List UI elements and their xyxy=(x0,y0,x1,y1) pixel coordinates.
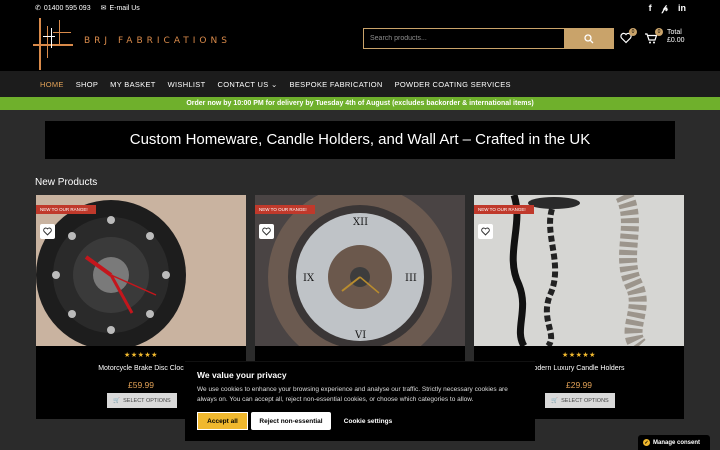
manage-consent-label: Manage consent xyxy=(653,439,701,446)
accept-all-button[interactable]: Accept all xyxy=(197,412,248,430)
total-value: £0.00 xyxy=(667,37,685,44)
nav-wishlist[interactable]: WISHLIST xyxy=(168,80,206,89)
site-header: BRJ FABRICATIONS 0 0 Total £0.00 xyxy=(0,17,720,71)
svg-text:IX: IX xyxy=(303,273,315,284)
heart-icon xyxy=(481,227,490,236)
svg-text:VI: VI xyxy=(354,330,366,341)
contact-info: ✆ 01400 595 093 ✉ E-mail Us xyxy=(35,4,140,12)
delivery-banner: Order now by 10:00 PM for delivery by Tu… xyxy=(0,97,720,110)
product-image[interactable] xyxy=(474,195,684,346)
social-links: f 𝓅 in xyxy=(649,3,686,14)
reject-non-essential-button[interactable]: Reject non-essential xyxy=(251,412,331,430)
cookie-settings-button[interactable]: Cookie settings xyxy=(343,412,393,430)
search-button[interactable] xyxy=(564,29,613,48)
heart-icon xyxy=(262,227,271,236)
top-bar: ✆ 01400 595 093 ✉ E-mail Us f 𝓅 in xyxy=(0,0,720,17)
heart-icon xyxy=(43,227,52,236)
phone-link[interactable]: ✆ 01400 595 093 xyxy=(35,4,91,12)
nav-bespoke-fabrication[interactable]: BESPOKE FABRICATION xyxy=(290,80,383,89)
manage-consent-button[interactable]: ✓ Manage consent xyxy=(638,435,710,450)
select-options-label: SELECT OPTIONS xyxy=(561,397,609,404)
search-input[interactable] xyxy=(366,31,562,46)
pinterest-icon[interactable]: 𝓅 xyxy=(662,3,668,14)
nav-contact-us[interactable]: CONTACT US ⌄ xyxy=(218,80,278,89)
brand-logo[interactable] xyxy=(33,18,73,70)
nav-my-basket[interactable]: MY BASKET xyxy=(110,80,156,89)
cart-button[interactable]: 0 xyxy=(644,28,663,45)
hero-title: Custom Homeware, Candle Holders, and Wal… xyxy=(45,121,675,159)
new-range-tag: NEW TO OUR RANGE! xyxy=(474,205,534,214)
wishlist-button[interactable]: 0 xyxy=(620,28,637,45)
cookie-title: We value your privacy xyxy=(197,370,287,380)
brand-name[interactable]: BRJ FABRICATIONS xyxy=(84,36,231,46)
phone-icon: ✆ xyxy=(35,5,41,12)
search-icon xyxy=(583,33,593,43)
facebook-icon[interactable]: f xyxy=(649,3,652,14)
cart-icon: 🛒 xyxy=(551,397,559,404)
select-options-label: SELECT OPTIONS xyxy=(123,397,171,404)
new-range-tag: NEW TO OUR RANGE! xyxy=(255,205,315,214)
section-title: New Products xyxy=(35,177,98,188)
svg-text:III: III xyxy=(405,273,417,284)
rating-stars: ★★★★★ xyxy=(562,352,596,359)
product-image[interactable]: XII III VI IX xyxy=(255,195,465,346)
linkedin-icon[interactable]: in xyxy=(678,3,686,14)
select-options-button[interactable]: 🛒 SELECT OPTIONS xyxy=(545,393,615,408)
svg-text:XII: XII xyxy=(353,217,368,228)
mail-icon: ✉ xyxy=(100,5,107,12)
email-link[interactable]: ✉ E-mail Us xyxy=(101,4,140,12)
product-image[interactable] xyxy=(36,195,246,346)
wishlist-count-badge: 0 xyxy=(629,28,637,36)
cookie-consent-dialog: We value your privacy We use cookies to … xyxy=(185,361,535,441)
search-bar xyxy=(363,28,614,49)
cart-total[interactable]: Total £0.00 xyxy=(667,29,685,45)
nav-shop[interactable]: SHOP xyxy=(76,80,98,89)
add-to-wishlist-button[interactable] xyxy=(40,224,55,239)
nav-home[interactable]: HOME xyxy=(40,80,64,89)
main-nav: HOME SHOP MY BASKET WISHLIST CONTACT US … xyxy=(0,71,720,97)
cart-count-badge: 0 xyxy=(655,28,663,36)
rating-stars: ★★★★★ xyxy=(124,352,158,359)
email-label: E-mail Us xyxy=(109,5,140,12)
add-to-wishlist-button[interactable] xyxy=(478,224,493,239)
select-options-button[interactable]: 🛒 SELECT OPTIONS xyxy=(107,393,177,408)
add-to-wishlist-button[interactable] xyxy=(259,224,274,239)
phone-number: 01400 595 093 xyxy=(43,5,91,12)
nav-powder-coating[interactable]: POWDER COATING SERVICES xyxy=(395,80,511,89)
cart-icon: 🛒 xyxy=(113,397,121,404)
consent-icon: ✓ xyxy=(643,439,650,446)
new-range-tag: NEW TO OUR RANGE! xyxy=(36,205,96,214)
total-label: Total xyxy=(667,29,682,36)
cookie-body: We use cookies to enhance your browsing … xyxy=(197,386,508,403)
